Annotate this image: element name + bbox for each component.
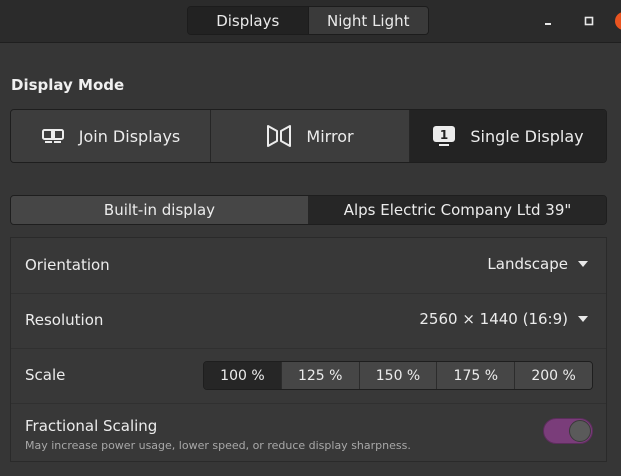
chevron-down-icon bbox=[578, 316, 588, 322]
view-switcher: Displays Night Light bbox=[187, 6, 429, 35]
scale-150-button[interactable]: 150 % bbox=[358, 362, 437, 389]
scale-row: Scale 100 % 125 % 150 % 175 % 200 % bbox=[11, 348, 606, 404]
join-displays-icon bbox=[41, 129, 64, 143]
resolution-row: Resolution 2560 × 1440 (16:9) bbox=[11, 293, 606, 349]
scale-125-button[interactable]: 125 % bbox=[280, 362, 359, 389]
single-display-icon: 1 bbox=[433, 126, 456, 146]
orientation-row: Orientation Landscape bbox=[11, 238, 606, 294]
tab-alps-display[interactable]: Alps Electric Company Ltd 39" bbox=[309, 196, 606, 224]
display-mode-group: Join Displays Mirror 1 Single Display bbox=[10, 109, 607, 163]
scale-100-button[interactable]: 100 % bbox=[204, 362, 281, 389]
single-display-button[interactable]: 1 Single Display bbox=[409, 110, 606, 162]
scale-200-button[interactable]: 200 % bbox=[514, 362, 592, 389]
scale-175-button[interactable]: 175 % bbox=[436, 362, 515, 389]
tab-night-light[interactable]: Night Light bbox=[307, 7, 428, 34]
display-mode-title: Display Mode bbox=[11, 76, 125, 94]
display-settings-panel: Orientation Landscape Resolution 2560 × … bbox=[10, 237, 607, 462]
monitor-tabs: Built-in display Alps Electric Company L… bbox=[10, 195, 607, 225]
orientation-label: Orientation bbox=[25, 256, 110, 274]
join-displays-label: Join Displays bbox=[78, 126, 181, 146]
toggle-knob bbox=[569, 420, 591, 442]
orientation-dropdown[interactable]: Landscape bbox=[487, 255, 588, 273]
fractional-scaling-description: May increase power usage, lower speed, o… bbox=[25, 439, 411, 452]
single-display-badge: 1 bbox=[440, 128, 448, 142]
scale-label: Scale bbox=[25, 366, 66, 384]
join-displays-button[interactable]: Join Displays bbox=[11, 110, 210, 162]
fractional-scaling-title: Fractional Scaling bbox=[25, 417, 158, 435]
fractional-scaling-row: Fractional Scaling May increase power us… bbox=[11, 403, 606, 458]
resolution-dropdown[interactable]: 2560 × 1440 (16:9) bbox=[419, 310, 588, 328]
resolution-label: Resolution bbox=[25, 311, 104, 329]
mirror-button[interactable]: Mirror bbox=[210, 110, 409, 162]
chevron-down-icon bbox=[578, 261, 588, 267]
resolution-value: 2560 × 1440 (16:9) bbox=[419, 310, 568, 328]
maximize-icon bbox=[584, 16, 594, 26]
tab-displays[interactable]: Displays bbox=[188, 7, 308, 34]
tab-built-in-display[interactable]: Built-in display bbox=[11, 196, 309, 224]
orientation-value: Landscape bbox=[487, 255, 568, 273]
mirror-icon bbox=[267, 125, 292, 147]
single-display-label: Single Display bbox=[470, 126, 584, 146]
close-button[interactable] bbox=[615, 12, 621, 30]
minimize-button[interactable] bbox=[538, 11, 558, 31]
fractional-scaling-toggle[interactable] bbox=[543, 418, 593, 444]
scale-selector: 100 % 125 % 150 % 175 % 200 % bbox=[203, 361, 593, 390]
maximize-button[interactable] bbox=[579, 11, 599, 31]
minimize-icon bbox=[545, 23, 551, 25]
header-bar: Displays Night Light bbox=[0, 0, 621, 43]
mirror-label: Mirror bbox=[306, 126, 354, 146]
